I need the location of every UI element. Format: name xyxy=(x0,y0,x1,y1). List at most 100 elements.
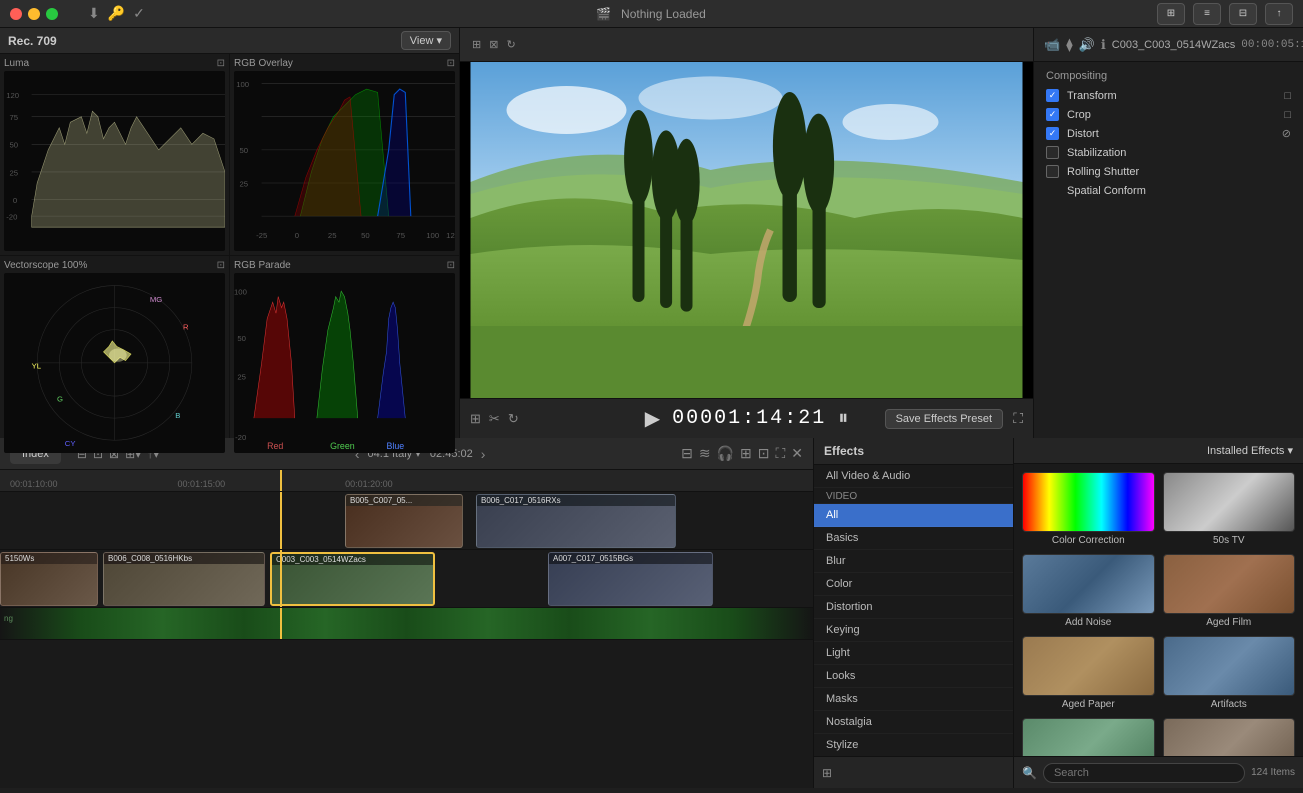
effect-aged-paper[interactable]: Aged Paper xyxy=(1022,636,1155,710)
effects-category-blur[interactable]: Blur xyxy=(814,550,1013,573)
effect-artifacts-thumbnail xyxy=(1163,636,1296,696)
effects-category-distortion[interactable]: Distortion xyxy=(814,596,1013,619)
key-icon[interactable]: 🔑 xyxy=(108,5,125,22)
clip-b006-c017[interactable]: B006_C017_0516RXs xyxy=(476,494,676,548)
50s-tv-thumb-image xyxy=(1164,473,1295,531)
effects-category-all-video-audio[interactable]: All Video & Audio xyxy=(814,465,1013,488)
save-effects-preset-button[interactable]: Save Effects Preset xyxy=(885,409,1003,429)
timeline-ruler: 00:01:10:00 00:01:15:00 00:01:20:00 xyxy=(0,470,813,492)
clip-b005[interactable]: B005_C007_05... xyxy=(345,494,463,548)
inspector-info-icon[interactable]: ℹ xyxy=(1101,37,1106,53)
distort-item[interactable]: Distort ⊘ xyxy=(1034,124,1303,143)
layout-split-button[interactable]: ⊟ xyxy=(1229,3,1257,25)
share-button[interactable]: ↑ xyxy=(1265,3,1293,25)
crop-icon: □ xyxy=(1284,109,1291,121)
svg-text:Green: Green xyxy=(330,441,355,451)
scopes-view-button[interactable]: View ▾ xyxy=(401,31,451,50)
crop-checkbox[interactable] xyxy=(1046,108,1059,121)
transform-item[interactable]: Transform □ xyxy=(1034,86,1303,105)
effects-category-light[interactable]: Light xyxy=(814,642,1013,665)
layout-list-button[interactable]: ≡ xyxy=(1193,3,1221,25)
svg-text:125: 125 xyxy=(446,231,455,240)
pause-button[interactable]: ⏸ xyxy=(838,407,848,430)
minimize-button[interactable] xyxy=(28,8,40,20)
playback-layout-icon[interactable]: ⊞ xyxy=(470,411,481,427)
timeline-icon-connection[interactable]: ⊞ xyxy=(740,445,752,462)
effects-category-looks[interactable]: Looks xyxy=(814,665,1013,688)
effect-misc1[interactable] xyxy=(1022,718,1155,756)
stabilization-item[interactable]: Stabilization xyxy=(1034,143,1303,162)
download-icon[interactable]: ⬇ xyxy=(88,5,100,22)
clip-c003[interactable]: C003_C003_0514WZacs xyxy=(270,552,435,606)
luma-settings-icon[interactable]: ⊡ xyxy=(217,58,225,69)
clip-b006-c017-header: B006_C017_0516RXs xyxy=(477,495,675,506)
toolbar-icon-arrow[interactable]: ↻ xyxy=(506,38,515,51)
effects-category-color[interactable]: Color xyxy=(814,573,1013,596)
rolling-shutter-item[interactable]: Rolling Shutter xyxy=(1034,162,1303,181)
transform-icon: □ xyxy=(1284,90,1291,102)
effects-category-nostalgia[interactable]: Nostalgia xyxy=(814,711,1013,734)
play-button[interactable]: ▶ xyxy=(645,406,660,431)
effect-artifacts[interactable]: Artifacts xyxy=(1163,636,1296,710)
effects-category-all[interactable]: All xyxy=(814,504,1013,527)
svg-text:50: 50 xyxy=(237,334,246,343)
effect-add-noise[interactable]: Add Noise xyxy=(1022,554,1155,628)
effects-grid: Color Correction 50s TV Add Noise xyxy=(1014,464,1303,756)
timeline-icon-clip2[interactable]: ⊡ xyxy=(758,445,770,462)
crop-item[interactable]: Crop □ xyxy=(1034,105,1303,124)
svg-text:CY: CY xyxy=(65,439,76,448)
installed-effects-label[interactable]: Installed Effects ▾ xyxy=(1207,444,1293,457)
effect-color-correction[interactable]: Color Correction xyxy=(1022,472,1155,546)
rolling-shutter-checkbox[interactable] xyxy=(1046,165,1059,178)
effects-category-masks[interactable]: Masks xyxy=(814,688,1013,711)
vectorscope-settings-icon[interactable]: ⊡ xyxy=(217,260,225,271)
clip-b006-c008-header: B006_C008_0516HKbs xyxy=(104,553,264,564)
effects-category-stylize[interactable]: Stylize xyxy=(814,734,1013,756)
rgb-overlay-settings-icon[interactable]: ⊡ xyxy=(447,58,455,69)
effects-category-basics[interactable]: Basics xyxy=(814,527,1013,550)
svg-text:25: 25 xyxy=(237,372,246,381)
preview-panel: ⊞ ⊠ ↻ xyxy=(460,28,1033,438)
effects-category-keying[interactable]: Keying xyxy=(814,619,1013,642)
check-icon[interactable]: ✓ xyxy=(133,5,145,22)
effect-misc2[interactable] xyxy=(1163,718,1296,756)
effect-aged-film[interactable]: Aged Film xyxy=(1163,554,1296,628)
vectorscope-title: Vectorscope 100% xyxy=(4,260,87,271)
vectorscope-graph: R MG G YL CY B xyxy=(4,273,225,453)
layout-grid-button[interactable]: ⊞ xyxy=(1157,3,1185,25)
timeline-icon-waveform[interactable]: ≋ xyxy=(699,445,711,462)
inspector-audio-icon[interactable]: 🔊 xyxy=(1079,37,1095,53)
effects-search-input[interactable] xyxy=(1043,763,1245,783)
window-controls[interactable] xyxy=(10,8,58,20)
preview-toolbar: ⊞ ⊠ ↻ xyxy=(460,28,1033,62)
fullscreen-icon[interactable]: ⛶ xyxy=(1013,410,1023,427)
clip-a007[interactable]: A007_C017_0515BGs xyxy=(548,552,713,606)
playhead-line-track1 xyxy=(280,492,282,549)
toolbar-icon-layout[interactable]: ⊞ xyxy=(472,38,481,51)
aged-film-thumb-image xyxy=(1164,555,1295,613)
spatial-conform-item[interactable]: Spatial Conform xyxy=(1034,181,1303,200)
timeline-icon-close[interactable]: ✕ xyxy=(791,445,803,462)
luma-graph: 120 75 50 25 0 -20 xyxy=(4,71,225,251)
clip-0515ws[interactable]: 5150Ws xyxy=(0,552,98,606)
timeline-icon-headphone[interactable]: 🎧 xyxy=(717,445,734,462)
playback-action-icon[interactable]: ↻ xyxy=(508,411,519,427)
fullscreen-button[interactable] xyxy=(46,8,58,20)
effects-category-icon[interactable]: ⊞ xyxy=(822,766,832,780)
inspector-video-icon[interactable]: 📹 xyxy=(1044,37,1060,53)
inspector-filter-icon[interactable]: ⧫ xyxy=(1066,37,1072,53)
timeline-nav-next[interactable]: › xyxy=(481,446,486,462)
stabilization-checkbox[interactable] xyxy=(1046,146,1059,159)
playhead-marker[interactable] xyxy=(280,470,282,491)
effects-category-video[interactable]: VIDEO xyxy=(814,488,1013,504)
distort-checkbox[interactable] xyxy=(1046,127,1059,140)
timeline-icon-zoom[interactable]: ⛶ xyxy=(775,445,785,462)
effect-50s-tv[interactable]: 50s TV xyxy=(1163,472,1296,546)
toolbar-icon-clip[interactable]: ⊠ xyxy=(489,38,498,51)
timeline-icon-clip-select[interactable]: ⊟ xyxy=(681,445,693,462)
rgb-parade-settings-icon[interactable]: ⊡ xyxy=(447,260,455,271)
playback-trim-icon[interactable]: ✂ xyxy=(489,411,500,427)
transform-checkbox[interactable] xyxy=(1046,89,1059,102)
close-button[interactable] xyxy=(10,8,22,20)
clip-b006-c008[interactable]: B006_C008_0516HKbs xyxy=(103,552,265,606)
